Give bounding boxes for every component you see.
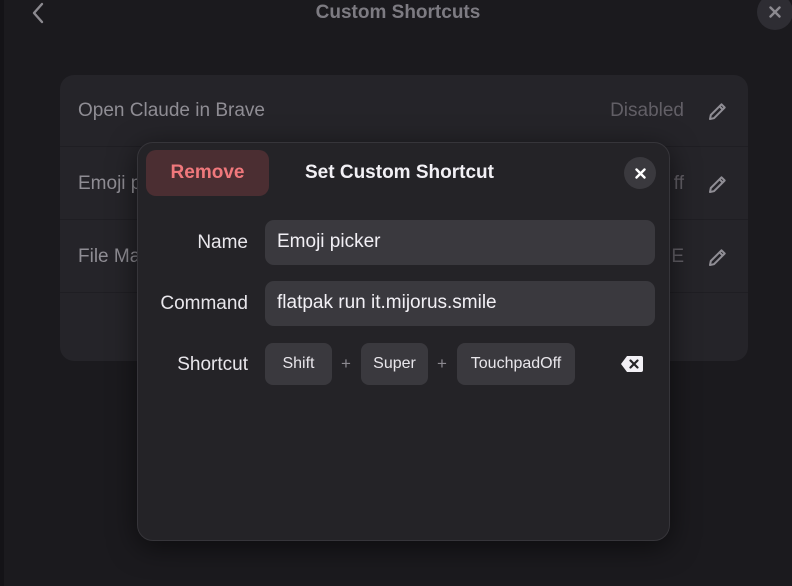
pencil-icon: [709, 103, 726, 120]
clear-shortcut-button[interactable]: [620, 353, 644, 375]
command-label: Command: [160, 293, 248, 314]
edit-button[interactable]: [706, 172, 730, 196]
close-icon: [634, 167, 646, 179]
pencil-icon: [709, 176, 726, 193]
close-window-button[interactable]: [757, 0, 792, 30]
close-icon: [769, 6, 781, 18]
backspace-icon: [621, 356, 643, 372]
dialog-close-button[interactable]: [624, 157, 656, 189]
key-super: Super: [361, 343, 428, 385]
key-shift: Shift: [265, 343, 332, 385]
name-field[interactable]: Emoji picker: [265, 220, 655, 265]
dialog-title: Set Custom Shortcut: [305, 162, 494, 183]
edit-button[interactable]: [706, 245, 730, 269]
remove-button[interactable]: Remove: [146, 150, 269, 196]
shortcut-binding: ff: [673, 173, 684, 194]
key-separator: +: [437, 354, 447, 373]
key-separator: +: [341, 354, 351, 373]
shortcut-binding: E: [671, 246, 684, 267]
list-item[interactable]: Open Claude in Brave Disabled: [60, 75, 748, 147]
shortcut-name: File Ma: [78, 246, 141, 267]
shortcut-name: Emoji p: [78, 173, 142, 194]
shortcut-label: Shortcut: [177, 354, 248, 375]
pencil-icon: [709, 249, 726, 266]
shortcut-binding: Disabled: [610, 100, 684, 121]
shortcut-name: Open Claude in Brave: [78, 100, 265, 121]
name-label: Name: [197, 232, 248, 253]
edit-button[interactable]: [706, 99, 730, 123]
set-custom-shortcut-dialog: Remove Set Custom Shortcut Name Emoji pi…: [137, 142, 670, 541]
page-title: Custom Shortcuts: [315, 2, 481, 23]
command-field[interactable]: flatpak run it.mijorus.smile: [265, 281, 655, 326]
key-touchpadoff: TouchpadOff: [457, 343, 575, 385]
